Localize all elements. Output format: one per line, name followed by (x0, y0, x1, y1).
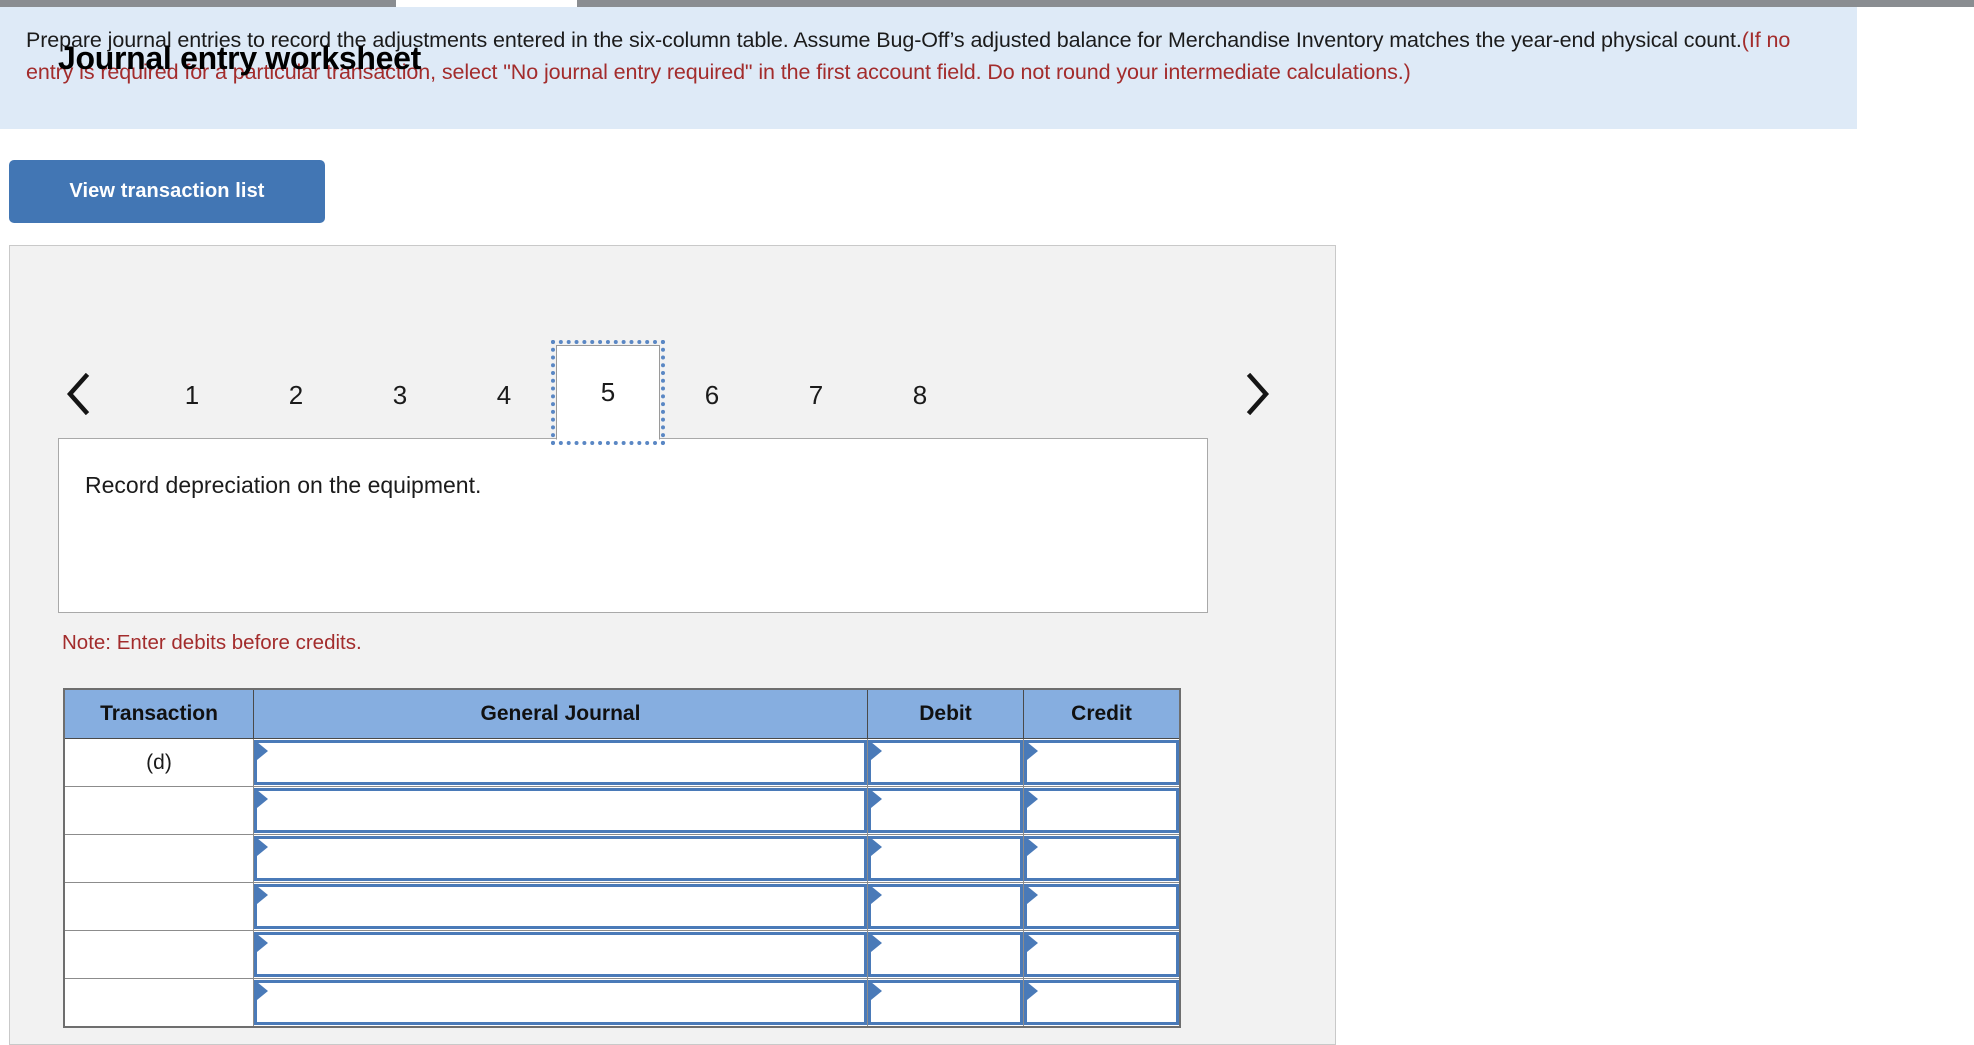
next-entry-button[interactable] (1235, 371, 1281, 417)
transaction-label-row-5 (63, 930, 254, 979)
credit-input-row-6[interactable] (1024, 980, 1179, 1025)
table-row (63, 882, 1181, 931)
general-journal-cell-row-4[interactable] (253, 882, 868, 931)
account-select-row-1[interactable] (254, 740, 867, 785)
chevron-right-icon (1245, 373, 1271, 415)
debit-cell-row-4[interactable] (867, 882, 1024, 931)
table-row (63, 978, 1181, 1028)
worksheet-tab-4[interactable]: 4 (452, 353, 556, 438)
column-header-credit: Credit (1023, 688, 1181, 739)
debit-cell-row-1[interactable] (867, 738, 1024, 787)
debit-cell-row-5[interactable] (867, 930, 1024, 979)
transaction-label-row-3 (63, 834, 254, 883)
debit-input-row-4[interactable] (868, 884, 1023, 929)
credit-cell-row-3[interactable] (1023, 834, 1181, 883)
debit-input-row-6[interactable] (868, 980, 1023, 1025)
general-journal-cell-row-6[interactable] (253, 978, 868, 1028)
debit-input-row-5[interactable] (868, 932, 1023, 977)
dropdown-marker-icon (871, 934, 882, 952)
top-tab-strip-gap (396, 0, 577, 7)
column-header-transaction: Transaction (63, 688, 254, 739)
transaction-label-row-2 (63, 786, 254, 835)
dropdown-marker-icon (1027, 982, 1038, 1000)
credit-input-row-2[interactable] (1024, 788, 1179, 833)
credit-input-row-4[interactable] (1024, 884, 1179, 929)
credit-cell-row-2[interactable] (1023, 786, 1181, 835)
dropdown-marker-icon (871, 982, 882, 1000)
top-tab-strip (0, 0, 1974, 7)
transaction-label-row-6 (63, 978, 254, 1028)
credit-input-row-1[interactable] (1024, 740, 1179, 785)
dropdown-marker-icon (257, 742, 268, 760)
worksheet-tab-2[interactable]: 2 (244, 353, 348, 438)
dropdown-marker-icon (257, 790, 268, 808)
account-select-row-2[interactable] (254, 788, 867, 833)
dropdown-marker-icon (257, 982, 268, 1000)
worksheet-tab-1[interactable]: 1 (140, 353, 244, 438)
dropdown-marker-icon (871, 790, 882, 808)
transaction-label-row-4 (63, 882, 254, 931)
credit-input-row-3[interactable] (1024, 836, 1179, 881)
worksheet-tab-strip: 1 2 3 4 5 6 7 8 (0, 340, 1327, 445)
dropdown-marker-icon (257, 886, 268, 904)
table-row: (d) (63, 738, 1181, 787)
dropdown-marker-icon (1027, 886, 1038, 904)
page-title: Journal entry worksheet (58, 40, 421, 76)
credit-input-row-5[interactable] (1024, 932, 1179, 977)
dropdown-marker-icon (1027, 742, 1038, 760)
general-journal-cell-row-5[interactable] (253, 930, 868, 979)
worksheet-tab-5[interactable]: 5 (551, 340, 665, 445)
debit-input-row-2[interactable] (868, 788, 1023, 833)
credit-cell-row-1[interactable] (1023, 738, 1181, 787)
general-journal-cell-row-1[interactable] (253, 738, 868, 787)
table-header-row: Transaction General Journal Debit Credit (63, 688, 1181, 739)
column-header-general-journal: General Journal (253, 688, 868, 739)
debit-cell-row-6[interactable] (867, 978, 1024, 1028)
debit-cell-row-3[interactable] (867, 834, 1024, 883)
dropdown-marker-icon (257, 934, 268, 952)
worksheet-tab-7[interactable]: 7 (764, 353, 868, 438)
table-row (63, 930, 1181, 979)
transaction-label-row-1: (d) (63, 738, 254, 787)
dropdown-marker-icon (1027, 790, 1038, 808)
account-select-row-6[interactable] (254, 980, 867, 1025)
dropdown-marker-icon (871, 838, 882, 856)
credit-cell-row-6[interactable] (1023, 978, 1181, 1028)
dropdown-marker-icon (257, 838, 268, 856)
table-row (63, 786, 1181, 835)
worksheet-tab-8[interactable]: 8 (868, 353, 972, 438)
dropdown-marker-icon (1027, 838, 1038, 856)
dropdown-marker-icon (871, 886, 882, 904)
previous-entry-button[interactable] (55, 371, 101, 417)
debit-cell-row-2[interactable] (867, 786, 1024, 835)
general-journal-cell-row-3[interactable] (253, 834, 868, 883)
journal-entry-table: Transaction General Journal Debit Credit… (63, 688, 1181, 1028)
account-select-row-4[interactable] (254, 884, 867, 929)
dropdown-marker-icon (1027, 934, 1038, 952)
worksheet-tab-6[interactable]: 6 (660, 353, 764, 438)
entry-description-box: Record depreciation on the equipment. (58, 438, 1208, 613)
account-select-row-5[interactable] (254, 932, 867, 977)
view-transaction-list-button[interactable]: View transaction list (9, 160, 325, 223)
credit-cell-row-5[interactable] (1023, 930, 1181, 979)
worksheet-tab-3[interactable]: 3 (348, 353, 452, 438)
debit-input-row-3[interactable] (868, 836, 1023, 881)
debit-input-row-1[interactable] (868, 740, 1023, 785)
chevron-left-icon (65, 373, 91, 415)
debits-before-credits-note: Note: Enter debits before credits. (62, 631, 362, 654)
account-select-row-3[interactable] (254, 836, 867, 881)
dropdown-marker-icon (871, 742, 882, 760)
entry-description-text: Record depreciation on the equipment. (85, 472, 482, 498)
general-journal-cell-row-2[interactable] (253, 786, 868, 835)
column-header-debit: Debit (867, 688, 1024, 739)
credit-cell-row-4[interactable] (1023, 882, 1181, 931)
table-row (63, 834, 1181, 883)
